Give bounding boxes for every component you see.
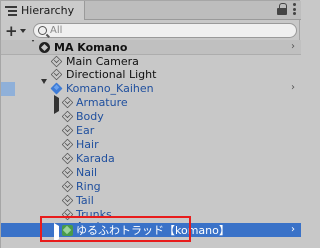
tab-hierarchy[interactable]: Hierarchy — [1, 1, 85, 20]
gameobject-icon — [61, 152, 74, 165]
gameobject-icon — [61, 194, 74, 207]
gameobject-icon — [61, 96, 74, 109]
gameobject-icon — [61, 138, 74, 151]
scene-row[interactable]: MA Komano › — [1, 40, 301, 55]
foldout-collapsed-icon[interactable] — [52, 95, 61, 114]
tree-item-ear[interactable]: Ear — [1, 124, 301, 138]
prefab-open-icon[interactable]: › — [291, 224, 295, 235]
tree-item-hair[interactable]: Hair — [1, 138, 301, 152]
gameobject-icon — [61, 124, 74, 137]
window-title: Hierarchy — [21, 4, 75, 17]
tree-item-nail[interactable]: Nail — [1, 166, 301, 180]
scene-name: MA Komano — [54, 41, 128, 54]
chevron-down-icon — [19, 28, 26, 33]
tree-item-label: Ring — [76, 180, 101, 193]
foldout-expanded-icon[interactable] — [30, 40, 39, 55]
gameobject-icon — [50, 55, 63, 68]
scene-menu-icon[interactable]: › — [291, 41, 295, 52]
tree-item-komano-kaihen[interactable]: Komano_Kaihen › — [1, 79, 301, 97]
tree-item-body[interactable]: Body — [1, 110, 301, 124]
tree-item-armature[interactable]: Armature — [1, 95, 301, 114]
more-options-icon[interactable] — [293, 3, 297, 15]
tree-item-label: Directional Light — [66, 68, 157, 81]
search-box[interactable] — [33, 23, 297, 38]
plus-icon: + — [5, 21, 18, 40]
prefab-icon — [50, 82, 63, 95]
tree-item-karada[interactable]: Karada — [1, 152, 301, 166]
tree-item-ring[interactable]: Ring — [1, 180, 301, 194]
tree-item-label: Ear — [76, 124, 95, 137]
unity-scene-icon — [39, 42, 50, 53]
tree-item-label: Hair — [76, 138, 99, 151]
prefab-override-strip — [1, 82, 15, 96]
title-bar: Hierarchy — [1, 1, 301, 20]
highlight-box — [40, 216, 191, 242]
title-controls — [277, 3, 297, 15]
tree-item-label: Main Camera — [66, 55, 139, 68]
tree-item-label: Komano_Kaihen — [66, 82, 154, 95]
gameobject-icon — [61, 180, 74, 193]
tree-item-main-camera[interactable]: Main Camera — [1, 55, 301, 69]
toolbar: + — [1, 21, 301, 40]
tree-item-label: Karada — [76, 152, 115, 165]
hierarchy-window: Hierarchy + MA Komano › Main Camera — [0, 0, 301, 248]
tree-item-label: Tail — [76, 194, 94, 207]
search-icon — [38, 26, 47, 35]
gameobject-icon — [50, 68, 63, 81]
foldout-expanded-icon[interactable] — [41, 79, 50, 97]
lock-icon[interactable] — [277, 3, 287, 15]
tree-item-label: Body — [76, 110, 104, 123]
hierarchy-icon — [5, 5, 17, 17]
gameobject-icon — [61, 166, 74, 179]
prefab-open-icon[interactable]: › — [291, 82, 295, 93]
tree-item-label: Armature — [76, 96, 128, 109]
add-button[interactable]: + — [5, 23, 29, 39]
gameobject-icon — [61, 110, 74, 123]
tree-item-tail[interactable]: Tail — [1, 194, 301, 208]
tree-item-label: Nail — [76, 166, 98, 179]
search-input[interactable] — [50, 25, 250, 36]
